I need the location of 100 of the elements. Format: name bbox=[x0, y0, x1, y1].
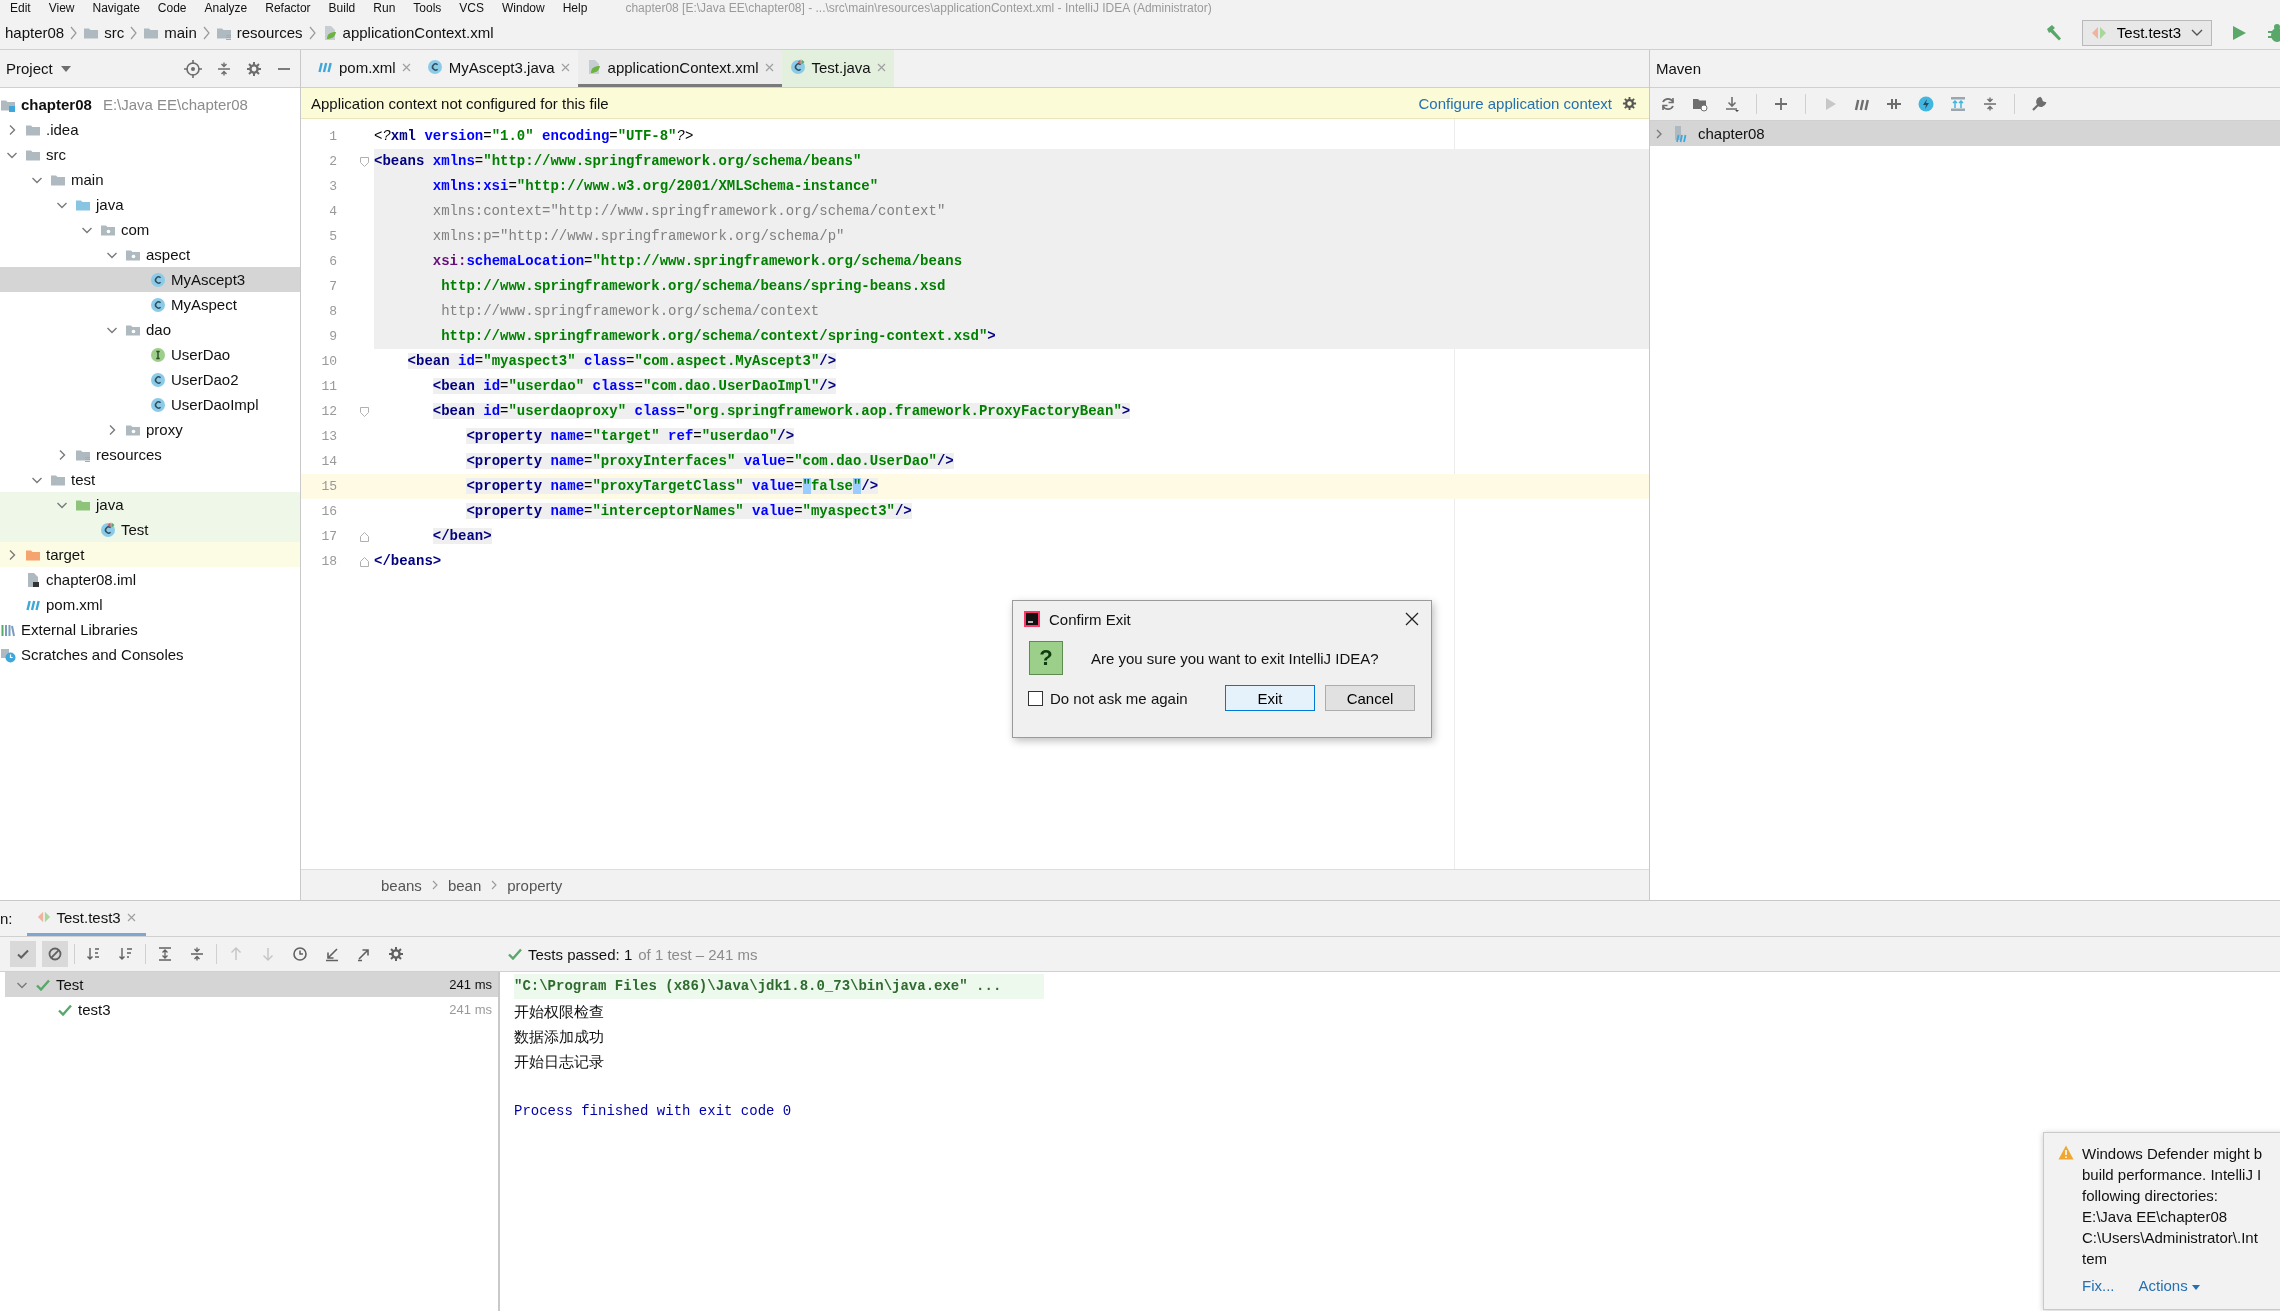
tool-window-label: n: bbox=[0, 909, 14, 929]
menu-item[interactable]: Analyze bbox=[204, 1, 248, 15]
project-tree-item[interactable]: UserDao2 bbox=[0, 367, 300, 392]
lightning-icon[interactable] bbox=[1918, 96, 1934, 112]
code-text: <property name="proxyTargetClass" value="false"/> bbox=[465, 477, 880, 496]
question-icon: ? bbox=[1029, 641, 1063, 675]
project-tree-item[interactable]: target bbox=[0, 542, 300, 567]
fold-marker-icon[interactable] bbox=[359, 531, 369, 542]
project-tree-item[interactable]: main bbox=[0, 167, 300, 192]
import-icon bbox=[324, 946, 340, 962]
collapse-icon[interactable] bbox=[216, 60, 232, 77]
menu-item[interactable]: Build bbox=[328, 1, 356, 15]
breadcrumb-item[interactable]: beans bbox=[381, 876, 422, 894]
settings-icon[interactable] bbox=[246, 60, 262, 77]
test-tree-item[interactable]: Test 241 ms bbox=[5, 972, 498, 997]
test-tree-item[interactable]: test3 241 ms bbox=[5, 997, 498, 1022]
run-icon[interactable] bbox=[2230, 23, 2248, 42]
editor-tab[interactable]: MyAscept3.java bbox=[418, 50, 578, 87]
menu-item[interactable]: Refactor bbox=[265, 1, 311, 15]
menu-item[interactable]: Run bbox=[373, 1, 396, 15]
project-tree-item[interactable]: chapter08.iml bbox=[0, 567, 300, 592]
configure-link[interactable]: Configure application context bbox=[1418, 94, 1612, 112]
reload-icon[interactable] bbox=[1660, 96, 1676, 112]
project-tree-item[interactable]: proxy bbox=[0, 417, 300, 442]
fix-link[interactable]: Fix... bbox=[2082, 1277, 2115, 1294]
menu-item[interactable]: Window bbox=[502, 1, 545, 15]
fold-marker-icon[interactable] bbox=[359, 156, 369, 167]
chevron-right-icon[interactable] bbox=[1654, 127, 1664, 140]
project-tree-item[interactable]: MyAspect bbox=[0, 292, 300, 317]
menu-item[interactable]: Help bbox=[562, 1, 588, 15]
code-text: xmlns:context="http://www.springframework.org/schema/context" bbox=[374, 199, 1649, 224]
project-tree-item[interactable]: UserDaoImpl bbox=[0, 392, 300, 417]
actions-dropdown[interactable]: Actions bbox=[2138, 1277, 2200, 1294]
caret-icon bbox=[2191, 1284, 2200, 1290]
dialog-button[interactable]: Cancel bbox=[1325, 685, 1415, 711]
project-tree-item[interactable]: External Libraries bbox=[0, 617, 300, 642]
dependencies-icon[interactable] bbox=[1950, 96, 1966, 112]
fold-marker-icon[interactable] bbox=[359, 556, 369, 567]
banner-message: Application context not configured for this file bbox=[311, 94, 609, 112]
breadcrumb-separator-icon bbox=[308, 25, 316, 40]
menu-item[interactable]: Edit bbox=[10, 1, 31, 15]
project-tree-item[interactable]: Test bbox=[0, 517, 300, 542]
locate-icon[interactable] bbox=[184, 59, 202, 78]
wrench-icon[interactable] bbox=[2031, 96, 2047, 112]
code-text: <bean id="userdao" class="com.dao.UserDaoImpl"/> bbox=[431, 377, 838, 396]
project-view-dropdown[interactable]: Project bbox=[6, 60, 71, 77]
download-icon[interactable] bbox=[1724, 96, 1740, 112]
project-tree-item[interactable]: com bbox=[0, 217, 300, 242]
maven-tree-item[interactable]: chapter08 bbox=[1650, 121, 2280, 146]
console-line: 开始权限检查 bbox=[514, 1002, 605, 1022]
folder-icon[interactable] bbox=[1692, 96, 1708, 112]
project-tree-item[interactable]: test bbox=[0, 467, 300, 492]
editor-tab[interactable]: applicationContext.xml bbox=[577, 50, 782, 87]
line-number: 17 bbox=[320, 529, 338, 544]
project-tree-item[interactable]: dao bbox=[0, 317, 300, 342]
path-label: E:\Java EE\chapter08 bbox=[102, 96, 248, 113]
breadcrumb-item[interactable]: property bbox=[507, 876, 563, 894]
menu-item[interactable]: View bbox=[48, 1, 75, 15]
project-tree-item[interactable]: src bbox=[0, 142, 300, 167]
project-tree-item[interactable]: Scratches and Consoles bbox=[0, 642, 300, 667]
project-tree-item[interactable]: UserDao bbox=[0, 342, 300, 367]
breadcrumb-item[interactable]: src bbox=[83, 24, 125, 41]
gear-icon[interactable] bbox=[1622, 95, 1637, 111]
close-icon[interactable] bbox=[1405, 612, 1419, 626]
caret-icon bbox=[60, 65, 71, 72]
run-configuration-dropdown[interactable]: Test.test3 bbox=[2081, 19, 2212, 46]
menu-item[interactable]: Tools bbox=[413, 1, 442, 15]
collapse-icon[interactable] bbox=[1982, 96, 1998, 112]
menu-item[interactable]: VCS bbox=[459, 1, 484, 15]
project-tree-item[interactable]: resources bbox=[0, 442, 300, 467]
menu-item[interactable]: Code bbox=[157, 1, 187, 15]
breadcrumb-item[interactable]: bean bbox=[447, 876, 482, 894]
project-tree-item[interactable]: pom.xml bbox=[0, 592, 300, 617]
fold-marker-icon[interactable] bbox=[359, 406, 369, 417]
show-passed-button[interactable] bbox=[10, 941, 36, 967]
line-number: 6 bbox=[328, 254, 338, 269]
checkbox[interactable]: Do not ask me again bbox=[1028, 689, 1188, 707]
code-text: <property name="target" ref="userdao"/> bbox=[465, 427, 796, 446]
project-tree-item[interactable]: .idea bbox=[0, 117, 300, 142]
breadcrumb-item[interactable]: main bbox=[143, 24, 197, 41]
plus-icon[interactable] bbox=[1773, 96, 1789, 112]
test-run-config-icon bbox=[2090, 24, 2107, 41]
project-tree-item[interactable]: chapter08 E:\Java EE\chapter08 bbox=[0, 92, 300, 117]
editor-tab[interactable]: pom.xml bbox=[309, 50, 419, 87]
offline-toggle-icon[interactable] bbox=[1886, 96, 1902, 112]
check-icon bbox=[58, 1003, 72, 1016]
breadcrumb-item[interactable]: applicationContext.xml bbox=[321, 24, 494, 41]
default-button[interactable]: Exit bbox=[1225, 685, 1315, 711]
editor-tab[interactable]: Test.java bbox=[781, 50, 894, 87]
sort-icon bbox=[118, 946, 134, 962]
show-ignored-button[interactable] bbox=[42, 941, 68, 967]
line-number: 10 bbox=[320, 354, 338, 369]
breadcrumb-item[interactable]: hapter08 bbox=[0, 24, 65, 41]
breadcrumb-item[interactable]: resources bbox=[215, 24, 303, 41]
project-tree-item[interactable]: java bbox=[0, 192, 300, 217]
line-number: 5 bbox=[328, 229, 338, 244]
project-tree-item[interactable]: java bbox=[0, 492, 300, 517]
project-tree-item[interactable]: MyAscept3 bbox=[0, 267, 300, 292]
menu-item[interactable]: Navigate bbox=[92, 1, 140, 15]
project-tree-item[interactable]: aspect bbox=[0, 242, 300, 267]
